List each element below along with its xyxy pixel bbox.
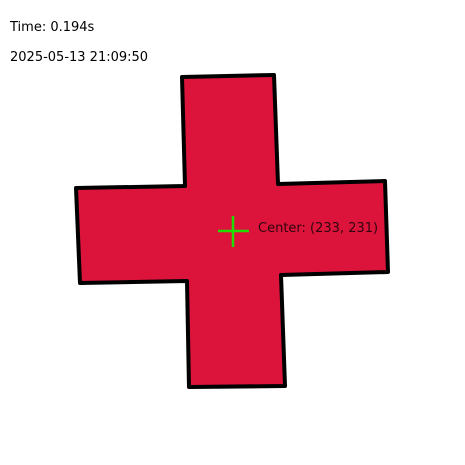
canvas: Time: 0.194s 2025-05-13 21:09:50 Center:… <box>0 0 465 465</box>
scene-svg: Time: 0.194s 2025-05-13 21:09:50 Center:… <box>9 20 390 389</box>
center-label: Center: (233, 231) <box>258 221 378 236</box>
time-label: Time: 0.194s <box>9 20 95 35</box>
timestamp-label: 2025-05-13 21:09:50 <box>10 50 148 65</box>
